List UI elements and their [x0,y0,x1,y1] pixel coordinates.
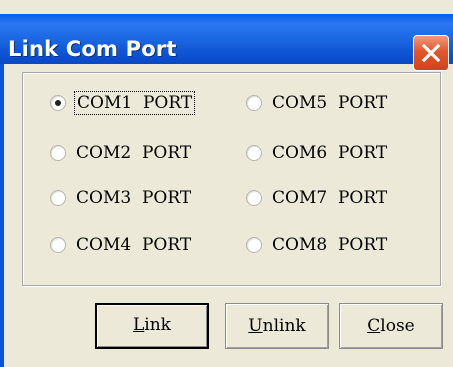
radio-com6[interactable]: COM6 PORT [246,143,387,163]
radio-label-com1: COM1 PORT [73,91,196,115]
unlink-button-mnemonic: U [248,316,263,336]
radio-button[interactable] [246,190,262,206]
radio-com5[interactable]: COM5 PORT [246,93,387,113]
radio-com1[interactable]: COM1 PORT [50,91,196,115]
radio-com7[interactable]: COM7 PORT [246,188,387,208]
radio-label-com4: COM4 PORT [76,235,192,255]
close-button-label: lose [380,316,415,336]
radio-button[interactable] [50,190,66,206]
radio-button[interactable] [246,95,262,111]
radio-label-com8: COM8 PORT [272,235,388,255]
window-border [0,64,4,367]
close-icon [421,43,441,63]
radio-com3[interactable]: COM3 PORT [50,188,191,208]
radio-com4[interactable]: COM4 PORT [50,235,191,255]
link-button-label: ink [144,315,171,335]
radio-button[interactable] [50,145,66,161]
close-window-button[interactable] [413,35,449,71]
close-button-mnemonic: C [367,316,381,336]
radio-button-checked[interactable] [50,95,66,111]
link-com-port-dialog: Link Com Port COM1 PORT COM5 PORT COM2 P… [0,0,453,367]
link-button-mnemonic: L [133,315,145,335]
radio-button[interactable] [50,237,66,253]
radio-label-com3: COM3 PORT [76,188,192,208]
title-bar[interactable]: Link Com Port [0,14,453,71]
close-button[interactable]: Close [339,303,443,349]
radio-button[interactable] [246,237,262,253]
radio-com8[interactable]: COM8 PORT [246,235,387,255]
link-button[interactable]: Link [95,303,209,349]
unlink-button-label: nlink [262,316,306,336]
radio-label-com7: COM7 PORT [272,188,388,208]
radio-label-com2: COM2 PORT [76,143,192,163]
unlink-button[interactable]: Unlink [225,303,329,349]
radio-com2[interactable]: COM2 PORT [50,143,191,163]
radio-label-com6: COM6 PORT [272,143,388,163]
window-title: Link Com Port [8,37,177,61]
radio-button[interactable] [246,145,262,161]
radio-label-com5: COM5 PORT [272,93,388,113]
